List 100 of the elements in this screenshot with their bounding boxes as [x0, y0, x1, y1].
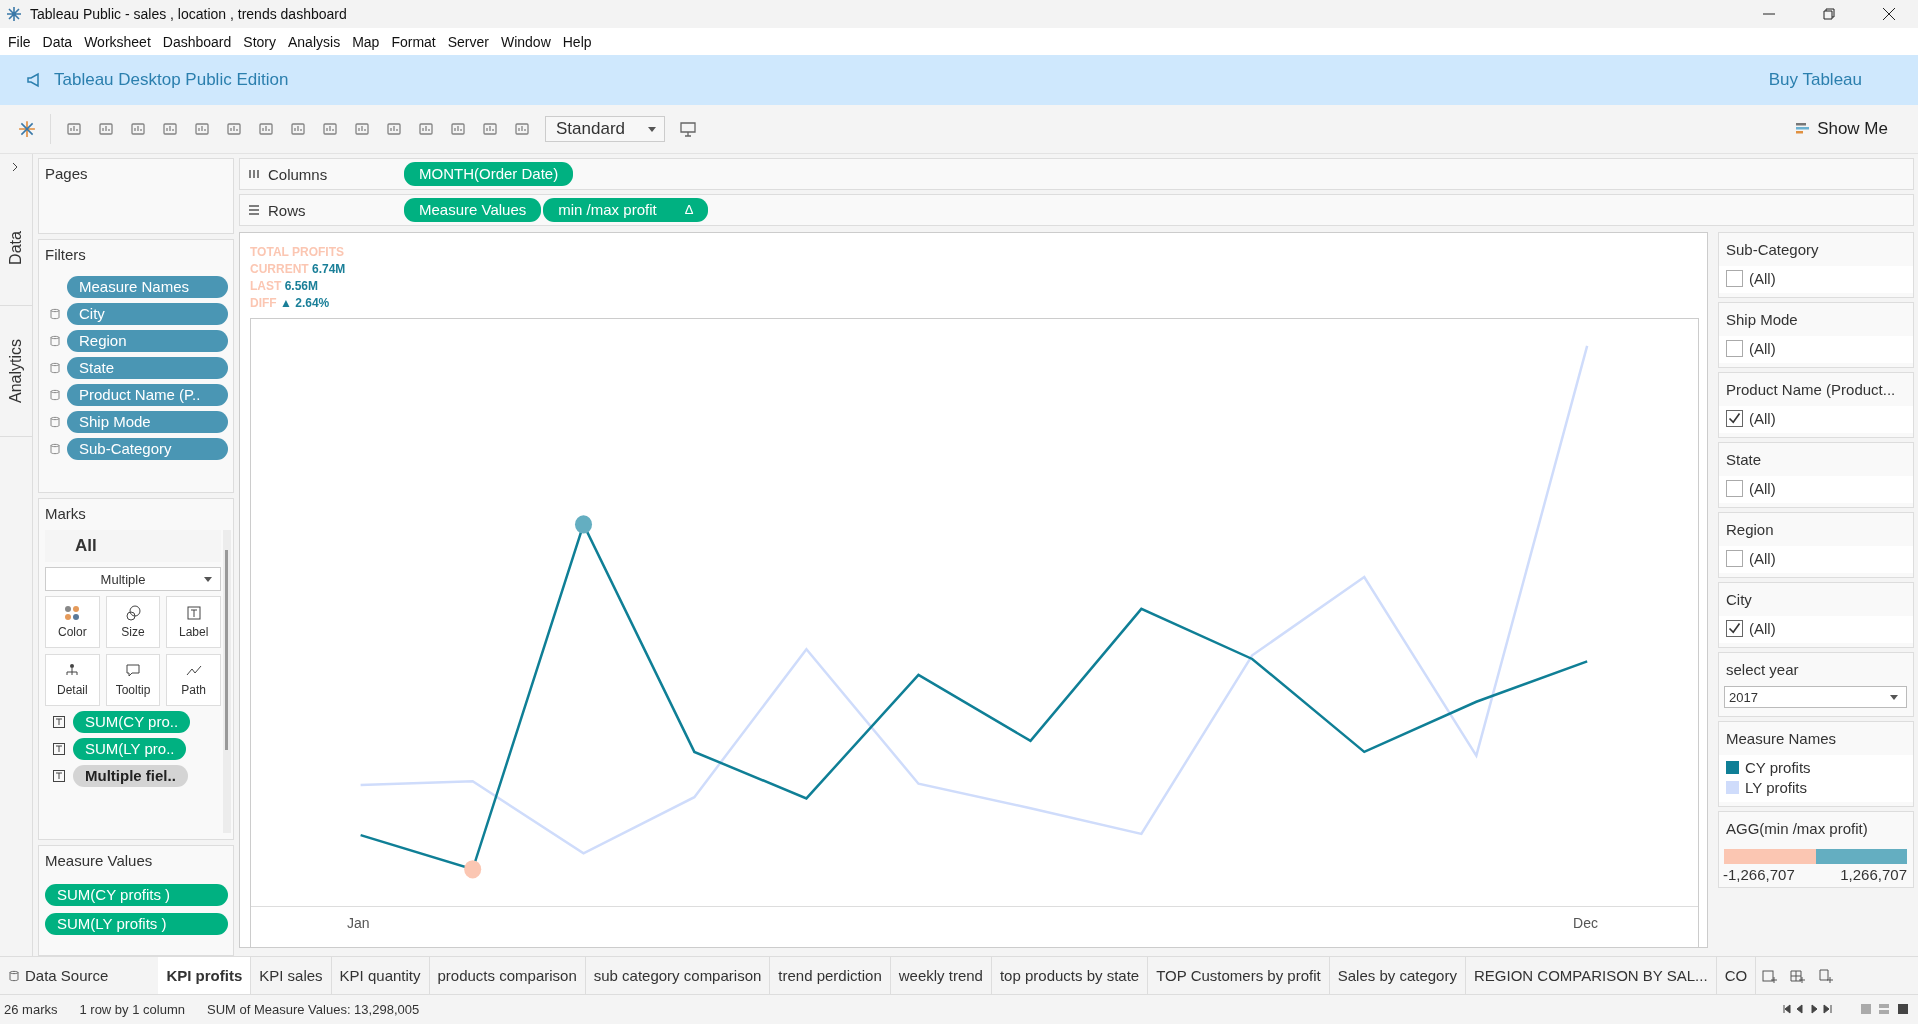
sheet-tab[interactable]: top products by state [991, 957, 1149, 994]
side-tab[interactable]: Data [0, 190, 32, 306]
menu-item[interactable]: Worksheet [84, 33, 160, 50]
buy-link[interactable]: Buy Tableau [1768, 70, 1862, 90]
bar-chart-icon[interactable] [417, 120, 435, 138]
new-sheet-icon[interactable] [1762, 967, 1779, 984]
card-title: Measure Values [45, 852, 154, 869]
card-title: Sub-Category [1726, 241, 1820, 258]
database-icon [50, 416, 60, 428]
view-toggle-icon[interactable] [1860, 1003, 1910, 1015]
menu-item[interactable]: Format [391, 33, 445, 50]
bar-chart-icon[interactable] [321, 120, 339, 138]
marks-button[interactable]: Label [166, 596, 221, 648]
database-icon [50, 308, 60, 320]
min-point [464, 860, 482, 879]
checkbox[interactable] [1726, 480, 1743, 497]
marks-button[interactable]: Color [45, 596, 100, 648]
menu-item[interactable]: File [8, 33, 40, 50]
menu-item[interactable]: Analysis [288, 33, 350, 50]
checkbox[interactable] [1726, 340, 1743, 357]
snowflake-icon[interactable] [18, 120, 36, 138]
card-title: AGG(min /max profit) [1726, 820, 1869, 837]
checkbox[interactable] [1726, 270, 1743, 287]
database-icon [50, 335, 60, 347]
sheet-tab[interactable]: REGION COMPARISON BY SAL... [1465, 957, 1717, 994]
new-story-icon[interactable] [1818, 967, 1835, 984]
restore-icon[interactable] [1822, 7, 1836, 21]
bar-chart-icon[interactable] [385, 120, 403, 138]
bars-icon [1795, 121, 1812, 137]
shelf-title: Columns [268, 165, 328, 183]
menu-item[interactable]: Help [562, 33, 601, 50]
sheet-tab[interactable]: weekly trend [890, 957, 992, 994]
window-title: Tableau Public - sales , location , trends dashboard [30, 6, 347, 22]
sheet-tab[interactable]: KPI quantity [331, 957, 430, 994]
expand-icon[interactable] [10, 162, 20, 172]
checkbox[interactable] [1726, 410, 1743, 427]
menu-item[interactable]: Data [42, 33, 82, 50]
sheet-tab[interactable]: products comparison [429, 957, 586, 994]
sheet-tab[interactable]: sub category comparison [585, 957, 771, 994]
bar-chart-icon[interactable] [449, 120, 467, 138]
bar-chart-icon[interactable] [161, 120, 179, 138]
sheet-tab[interactable]: trend perdiction [770, 957, 891, 994]
sheet-tab[interactable]: TOP Customers by profit [1148, 957, 1330, 994]
mark-property-icon [185, 605, 202, 621]
marks-button[interactable]: Tooltip [105, 654, 161, 706]
card-title: Marks [45, 505, 87, 522]
sheet-tab[interactable]: CO [1716, 957, 1757, 994]
card-title: Ship Mode [1726, 311, 1799, 328]
range-max: 1,266,707 [1840, 866, 1907, 883]
card-title: Pages [45, 165, 89, 182]
show-me-button[interactable]: Show Me [1789, 118, 1894, 140]
bar-chart-icon[interactable] [97, 120, 115, 138]
year-dropdown[interactable]: 2017 [1724, 686, 1907, 708]
shelf-icon [248, 168, 260, 180]
kpi-line: DIFF ▲ 2.64% [250, 296, 331, 310]
mark-type-dropdown[interactable]: Multiple [45, 567, 221, 591]
menu-item[interactable]: Dashboard [162, 33, 241, 50]
bar-chart-icon[interactable] [257, 120, 275, 138]
fit-dropdown[interactable]: Standard [545, 116, 665, 142]
close-icon[interactable] [1882, 7, 1896, 21]
marks-button[interactable]: Path [166, 654, 221, 706]
range-min: -1,266,707 [1723, 866, 1795, 883]
card-title: Filters [45, 246, 87, 263]
kpi-line: LAST 6.56M [250, 279, 320, 293]
sheet-tab[interactable]: Sales by category [1329, 957, 1466, 994]
bar-chart-icon[interactable] [481, 120, 499, 138]
database-icon [50, 362, 60, 374]
card-title: City [1726, 591, 1753, 608]
bar-chart-icon[interactable] [289, 120, 307, 138]
menu-item[interactable]: Window [500, 33, 560, 50]
marks-all-label[interactable]: All [45, 530, 221, 562]
sheet-tab[interactable]: KPI sales [251, 957, 332, 994]
bar-chart-icon[interactable] [193, 120, 211, 138]
marks-button[interactable]: Detail [45, 654, 100, 706]
presentation-icon[interactable] [679, 120, 697, 138]
bar-chart-icon[interactable] [225, 120, 243, 138]
axis-label: Dec [1573, 915, 1598, 933]
bar-chart-icon[interactable] [513, 120, 531, 138]
legend-label: LY profits [1745, 779, 1807, 796]
menu-item[interactable]: Story [243, 33, 285, 50]
data-source-tab[interactable]: Data Source [0, 957, 159, 994]
checkbox[interactable] [1726, 620, 1743, 637]
database-icon [50, 389, 60, 401]
menu-item[interactable]: Map [352, 33, 389, 50]
checkbox[interactable] [1726, 550, 1743, 567]
database-icon [50, 443, 60, 455]
bar-chart-icon[interactable] [129, 120, 147, 138]
mark-property-icon [125, 663, 141, 679]
bar-chart-icon[interactable] [353, 120, 371, 138]
side-tab[interactable]: Analytics [0, 306, 32, 437]
mark-property-icon [125, 605, 141, 621]
mark-field-pill[interactable]: Multiple fiel.. [73, 765, 188, 787]
status-text: SUM of Measure Values: 13,298,005 [206, 1001, 420, 1017]
status-text: 26 marks [4, 1001, 58, 1017]
scrollbar[interactable] [223, 530, 231, 833]
bar-chart-icon[interactable] [65, 120, 83, 138]
menu-item[interactable]: Server [447, 33, 498, 50]
marks-button[interactable]: Size [105, 596, 161, 648]
new-dashboard-icon[interactable] [1790, 967, 1807, 984]
sheet-tab[interactable]: KPI profits [158, 957, 252, 994]
